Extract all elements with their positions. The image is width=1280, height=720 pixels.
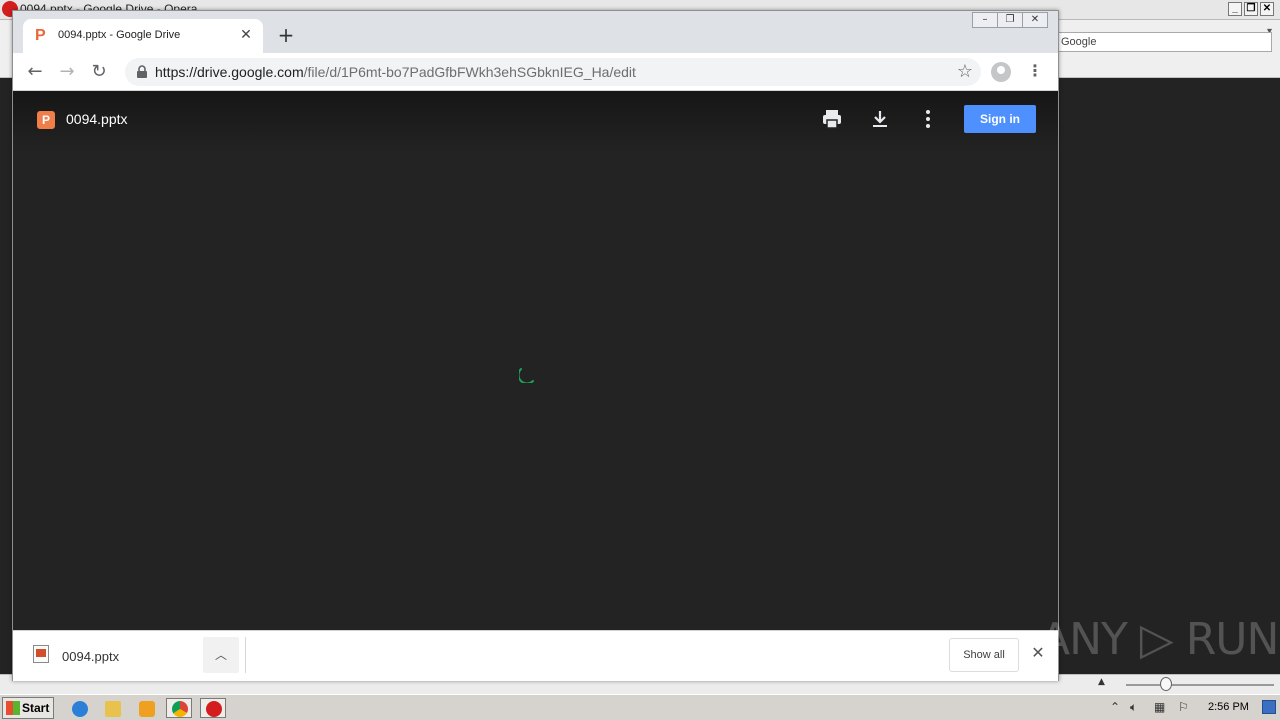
- show-all-button[interactable]: Show all: [949, 638, 1019, 672]
- opera-close-button[interactable]: ✕: [1260, 2, 1274, 16]
- sign-in-button[interactable]: Sign in: [964, 105, 1036, 133]
- taskbar-ie[interactable]: [66, 698, 92, 718]
- profile-avatar-icon[interactable]: [991, 62, 1011, 82]
- folder-icon: [105, 701, 121, 717]
- taskbar-media-player[interactable]: [133, 698, 159, 718]
- download-options-button[interactable]: ︿: [203, 637, 239, 673]
- show-desktop-button[interactable]: [1262, 700, 1276, 714]
- start-label: Start: [22, 701, 50, 715]
- viewer-header: P 0094.pptx Sign in: [13, 91, 1058, 153]
- opera-icon: [206, 701, 222, 717]
- slides-favicon-icon: P: [35, 27, 46, 44]
- chrome-icon: [172, 701, 188, 717]
- media-player-icon: [139, 701, 155, 717]
- internet-explorer-icon: [72, 701, 88, 717]
- address-bar: ← → ↻ https://drive.google.com/file/d/1P…: [13, 53, 1058, 91]
- opera-minimize-button[interactable]: _: [1228, 2, 1242, 16]
- file-name: 0094.pptx: [66, 111, 128, 127]
- pptx-file-icon: [33, 645, 49, 663]
- drive-viewer: P 0094.pptx Sign in: [13, 91, 1058, 630]
- lock-icon: [137, 65, 147, 78]
- windows-flag-icon: [6, 701, 20, 715]
- download-icon[interactable]: [868, 107, 892, 131]
- omnibox[interactable]: https://drive.google.com/file/d/1P6mt-bo…: [125, 58, 981, 86]
- watermark-logo: ANY ▷ RUN: [1040, 614, 1279, 665]
- taskbar-explorer[interactable]: [99, 698, 125, 718]
- loading-spinner-icon: [519, 368, 534, 383]
- print-icon[interactable]: [820, 107, 844, 131]
- chrome-restore-button[interactable]: ❐: [997, 12, 1023, 28]
- system-tray: ⌃ 🔈︎ ▦ ⚐ 2:56 PM: [1104, 698, 1280, 718]
- slides-file-icon: P: [37, 111, 55, 129]
- browser-tab[interactable]: P 0094.pptx - Google Drive ✕: [23, 19, 263, 53]
- download-shelf: 0094.pptx ︿ Show all ✕: [13, 630, 1058, 681]
- shelf-divider: [245, 637, 246, 673]
- volume-icon[interactable]: 🔈︎: [1130, 700, 1137, 715]
- chrome-close-button[interactable]: ✕: [1022, 12, 1048, 28]
- close-tab-icon[interactable]: ✕: [237, 26, 255, 44]
- zoom-slider-handle[interactable]: [1160, 677, 1172, 691]
- url-text[interactable]: https://drive.google.com/file/d/1P6mt-bo…: [155, 64, 636, 80]
- opera-restore-button[interactable]: ❐: [1244, 2, 1258, 16]
- url-path: /file/d/1P6mt-bo7PadGfbFWkh3ehSGbknIEG_H…: [303, 64, 636, 80]
- zoom-arrow-icon[interactable]: ▲: [1098, 677, 1105, 687]
- clock[interactable]: 2:56 PM: [1208, 701, 1249, 713]
- network-icon[interactable]: ▦: [1154, 700, 1165, 714]
- url-host: https://drive.google.com: [155, 64, 304, 80]
- reload-button[interactable]: ↻: [89, 62, 109, 82]
- action-center-flag-icon[interactable]: ⚐: [1178, 700, 1189, 714]
- chrome-menu-icon[interactable]: ⋮: [1025, 61, 1045, 81]
- tab-title: 0094.pptx - Google Drive: [58, 29, 181, 41]
- taskbar-chrome[interactable]: [166, 698, 192, 718]
- bookmark-star-icon[interactable]: ☆: [957, 61, 973, 82]
- forward-button[interactable]: →: [57, 62, 77, 82]
- chrome-window: – ❐ ✕ P 0094.pptx - Google Drive ✕ + ← →…: [12, 10, 1059, 681]
- taskbar-opera[interactable]: [200, 698, 226, 718]
- chrome-minimize-button[interactable]: –: [972, 12, 998, 28]
- zoom-slider-track[interactable]: [1126, 684, 1274, 686]
- new-tab-button[interactable]: +: [275, 25, 297, 47]
- download-file-name[interactable]: 0094.pptx: [62, 649, 119, 664]
- chrome-window-controls: – ❐ ✕: [972, 12, 1048, 28]
- tray-expand-icon[interactable]: ⌃: [1110, 700, 1120, 714]
- back-button[interactable]: ←: [25, 62, 45, 82]
- opera-search-field[interactable]: Google: [1056, 32, 1272, 52]
- opera-window-controls: _ ❐ ✕: [1228, 2, 1274, 16]
- taskbar: Start ⌃ 🔈︎ ▦ ⚐ 2:56 PM: [0, 694, 1280, 720]
- start-button[interactable]: Start: [2, 697, 54, 719]
- more-options-icon[interactable]: [916, 107, 940, 131]
